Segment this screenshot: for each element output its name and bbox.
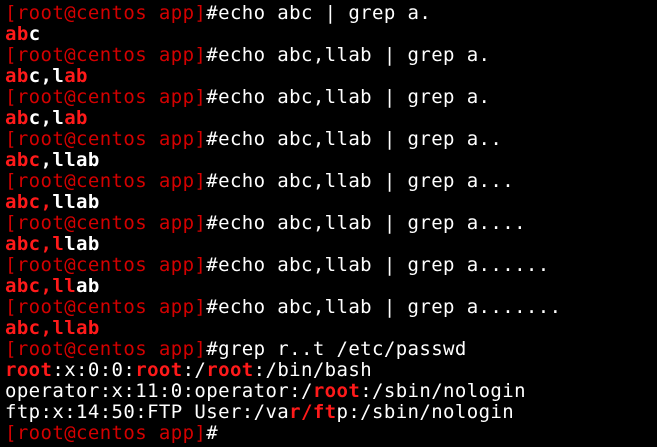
output-text: ,llab [40, 149, 100, 171]
match-highlight: abc,ll [5, 275, 77, 297]
terminal-prompt-line: [root@centos app]#echo abc,llab | grep a… [5, 213, 657, 234]
match-highlight: abc, [5, 191, 53, 213]
match-highlight: ab [5, 107, 29, 129]
output-text: :/sbin/nologin [360, 380, 526, 402]
terminal-output-line: abc,llab [5, 318, 657, 339]
terminal-prompt-line: [root@centos app]#echo abc,llab | grep a… [5, 255, 657, 276]
command-text: #echo abc,llab | grep a.. [206, 128, 503, 150]
terminal-prompt-line: [root@centos app]#echo abc,llab | grep a… [5, 87, 657, 108]
command-text: #echo abc,llab | grep a....... [206, 296, 562, 318]
terminal-prompt-line: [root@centos app]#echo abc,llab | grep a… [5, 45, 657, 66]
command-text: #echo abc,llab | grep a. [206, 86, 491, 108]
terminal-output-line: abc,lab [5, 108, 657, 129]
match-highlight: root [135, 359, 183, 381]
prompt-text: [root@centos app] [5, 296, 207, 318]
command-text: # [206, 422, 219, 444]
terminal-prompt-line: [root@centos app]#echo abc,llab | grep a… [5, 171, 657, 192]
command-text: #echo abc,llab | grep a...... [206, 254, 550, 276]
terminal-output-line: abc [5, 24, 657, 45]
output-text: :x:0:0: [52, 359, 136, 381]
output-text: c [28, 23, 41, 45]
output-text: lab [64, 233, 100, 255]
command-text: #echo abc | grep a. [206, 2, 432, 24]
prompt-text: [root@centos app] [5, 128, 207, 150]
prompt-text: [root@centos app] [5, 422, 207, 444]
terminal-prompt-line: [root@centos app]#echo abc,llab | grep a… [5, 297, 657, 318]
terminal-window[interactable]: [root@centos app]#echo abc | grep a. abc[… [0, 0, 657, 447]
output-text: p:/sbin/nologin [336, 401, 515, 423]
terminal-prompt-line: [root@centos app]#echo abc | grep a. [5, 3, 657, 24]
output-text: c,l [28, 65, 65, 87]
match-highlight: abc,l [5, 233, 65, 255]
prompt-text: [root@centos app] [5, 212, 207, 234]
prompt-text: [root@centos app] [5, 254, 207, 276]
output-text: llab [52, 191, 100, 213]
command-text: #echo abc,llab | grep a. [206, 44, 491, 66]
match-highlight: ab [5, 65, 29, 87]
command-text: #grep r..t /etc/passwd [206, 338, 467, 360]
terminal-output-line: operator:x:11:0:operator:/root:/sbin/nol… [5, 381, 657, 402]
match-highlight: root [5, 359, 53, 381]
output-text: operator:x:11:0:operator:/ [5, 380, 313, 402]
terminal-output-line: root:x:0:0:root:/root:/bin/bash [5, 360, 657, 381]
terminal-output-line: abc,llab [5, 234, 657, 255]
terminal-prompt-line: [root@centos app]#echo abc,llab | grep a… [5, 129, 657, 150]
terminal-output-line: abc,llab [5, 150, 657, 171]
command-text: #echo abc,llab | grep a... [206, 170, 515, 192]
terminal-output-line: abc,llab [5, 192, 657, 213]
match-highlight: root [206, 359, 254, 381]
prompt-text: [root@centos app] [5, 2, 207, 24]
match-highlight: abc,llab [5, 317, 100, 339]
command-text: #echo abc,llab | grep a.... [206, 212, 526, 234]
output-text: ab [76, 275, 100, 297]
match-highlight: ab [64, 65, 88, 87]
output-text: :/bin/bash [253, 359, 373, 381]
terminal-cursor [218, 424, 220, 442]
terminal-output-line: ftp:x:14:50:FTP User:/var/ftp:/sbin/nolo… [5, 402, 657, 423]
match-highlight: r/ft [289, 401, 337, 423]
match-highlight: abc [5, 149, 41, 171]
match-highlight: root [312, 380, 361, 402]
prompt-text: [root@centos app] [5, 170, 207, 192]
terminal-output-line: abc,llab [5, 276, 657, 297]
prompt-text: [root@centos app] [5, 44, 207, 66]
output-text: c,l [28, 107, 65, 129]
output-text: :/ [182, 359, 207, 381]
terminal-prompt-line: [root@centos app]#grep r..t /etc/passwd [5, 339, 657, 360]
match-highlight: ab [64, 107, 88, 129]
terminal-output-line: abc,lab [5, 66, 657, 87]
prompt-text: [root@centos app] [5, 86, 207, 108]
match-highlight: ab [5, 23, 29, 45]
output-text: ftp:x:14:50:FTP User:/va [5, 401, 290, 423]
prompt-text: [root@centos app] [5, 338, 207, 360]
terminal-prompt-line: [root@centos app]# [5, 423, 657, 444]
